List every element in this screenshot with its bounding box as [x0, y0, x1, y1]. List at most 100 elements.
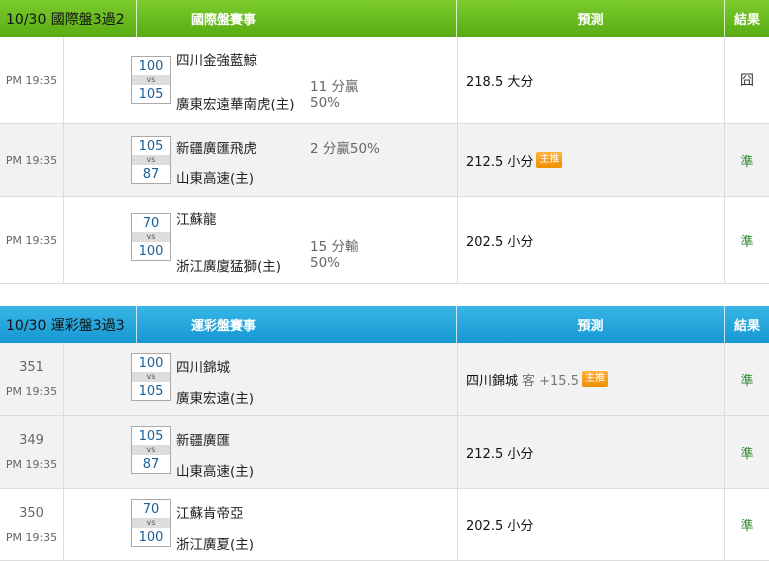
team-home: 廣東宏遠華南虎(主)	[176, 97, 295, 113]
result-cell: 準	[725, 489, 769, 560]
result-header: 結果	[733, 319, 760, 334]
score-away: 70	[142, 215, 160, 231]
section-date: 10/30 國際盤3過2	[0, 0, 137, 37]
prediction-cell: 212.5 小分 主推	[458, 124, 725, 196]
result-cell: 囧	[725, 37, 769, 123]
prediction-header: 預測	[457, 0, 725, 37]
section-date: 10/30 運彩盤3過3	[0, 306, 137, 343]
match-cell: 105 vs 87 新疆廣匯飛虎 山東高速(主) 2 分贏50%	[64, 124, 458, 196]
game-number: 350	[19, 505, 44, 521]
prediction-pick: 212.5 小分	[466, 154, 534, 170]
vs-label: vs	[132, 445, 170, 455]
vs-label: vs	[132, 518, 170, 528]
result-hit: 準	[740, 234, 754, 250]
prediction-pick: 218.5 大分	[466, 74, 534, 90]
result-hit: 準	[740, 154, 754, 170]
vs-label: vs	[132, 155, 170, 165]
team-home: 山東高速(主)	[176, 464, 255, 480]
main-pick-badge: 主推	[582, 371, 608, 387]
time-cell: 350 PM 19:35	[0, 489, 64, 560]
vs-label: vs	[132, 232, 170, 242]
time-cell: 351 PM 19:35	[0, 343, 64, 415]
score-home: 105	[138, 383, 164, 399]
score-away: 100	[138, 58, 164, 74]
vs-label: vs	[132, 372, 170, 382]
match-time: PM 19:35	[5, 385, 58, 398]
handicap-percent: 50%	[310, 95, 341, 111]
result-hit: 準	[740, 446, 754, 462]
prediction-pick: 212.5 小分	[466, 446, 534, 462]
international-section: 10/30 國際盤3過2 國際盤賽事 預測 結果 PM 19:35 100 vs…	[0, 0, 769, 284]
result-cell: 準	[725, 197, 769, 283]
result-miss: 囧	[740, 73, 754, 89]
prediction-spread: 客 +15.5	[522, 373, 579, 389]
match-row: 349 PM 19:35 105 vs 87 新疆廣匯 山東高速(主) 212.…	[0, 416, 769, 489]
match-row: PM 19:35 100 vs 105 四川金強藍鯨 廣東宏遠華南虎(主) 11…	[0, 37, 769, 124]
match-cell: 105 vs 87 新疆廣匯 山東高速(主)	[64, 416, 458, 488]
score-box: 70 vs 100	[131, 499, 171, 547]
score-home: 100	[138, 529, 164, 545]
match-row: PM 19:35 105 vs 87 新疆廣匯飛虎 山東高速(主) 2 分贏50…	[0, 124, 769, 197]
score-away: 100	[138, 355, 164, 371]
match-time: PM 19:35	[5, 458, 58, 471]
match-time: PM 19:35	[5, 233, 58, 247]
team-home: 廣東宏遠(主)	[176, 391, 255, 407]
score-home: 100	[138, 243, 164, 259]
score-home: 87	[142, 166, 160, 182]
time-cell: PM 19:35	[0, 197, 64, 283]
team-away: 新疆廣匯飛虎	[176, 141, 257, 157]
match-cell: 70 vs 100 江蘇龍 浙江廣廈猛獅(主) 15 分輸 50%	[64, 197, 458, 283]
handicap-result: 2 分贏50%	[310, 141, 380, 157]
prediction-pick: 202.5 小分	[466, 234, 534, 250]
section-title: 運彩盤賽事	[137, 306, 457, 343]
handicap-percent: 50%	[310, 255, 341, 271]
team-home: 山東高速(主)	[176, 171, 255, 187]
score-away: 70	[142, 501, 160, 517]
prediction-cell: 四川錦城 客 +15.5 主推	[458, 343, 725, 415]
section-header: 10/30 國際盤3過2 國際盤賽事 預測 結果	[0, 0, 769, 37]
handicap-result: 11 分贏	[310, 79, 359, 95]
main-pick-badge: 主推	[536, 152, 563, 168]
match-cell: 100 vs 105 四川金強藍鯨 廣東宏遠華南虎(主) 11 分贏 50%	[64, 37, 458, 123]
prediction-cell: 202.5 小分	[458, 489, 725, 560]
team-away: 四川金強藍鯨	[176, 53, 257, 69]
score-away: 105	[138, 138, 164, 154]
team-away: 四川錦城	[176, 360, 230, 376]
result-cell: 準	[725, 124, 769, 196]
result-hit: 準	[740, 519, 754, 534]
game-number: 351	[19, 360, 44, 375]
score-box: 100 vs 105	[131, 56, 171, 104]
time-cell: PM 19:35	[0, 124, 64, 196]
match-cell: 100 vs 105 四川錦城 廣東宏遠(主)	[64, 343, 458, 415]
team-home: 浙江廣夏(主)	[176, 537, 255, 553]
time-cell: PM 19:35	[0, 37, 64, 123]
match-row: 351 PM 19:35 100 vs 105 四川錦城 廣東宏遠(主) 四川錦…	[0, 343, 769, 416]
match-row: 350 PM 19:35 70 vs 100 江蘇肯帝亞 浙江廣夏(主) 202…	[0, 489, 769, 561]
team-away: 江蘇龍	[176, 212, 217, 228]
prediction-header: 預測	[457, 306, 725, 343]
result-cell: 準	[725, 343, 769, 415]
team-away: 新疆廣匯	[176, 433, 230, 449]
match-row: PM 19:35 70 vs 100 江蘇龍 浙江廣廈猛獅(主) 15 分輸 5…	[0, 197, 769, 284]
match-time: PM 19:35	[5, 73, 58, 87]
score-box: 100 vs 105	[131, 353, 171, 401]
section-header: 10/30 運彩盤3過3 運彩盤賽事 預測 結果	[0, 306, 769, 343]
result-header: 結果	[733, 13, 760, 28]
result-hit: 準	[740, 373, 754, 389]
score-home: 105	[138, 86, 164, 102]
team-home: 浙江廣廈猛獅(主)	[176, 259, 282, 275]
handicap-result: 15 分輸	[310, 239, 359, 255]
prediction-cell: 212.5 小分	[458, 416, 725, 488]
prediction-pick: 202.5 小分	[466, 519, 534, 534]
prediction-cell: 218.5 大分	[458, 37, 725, 123]
match-time: PM 19:35	[5, 153, 58, 167]
result-cell: 準	[725, 416, 769, 488]
match-time: PM 19:35	[5, 530, 58, 544]
score-box: 70 vs 100	[131, 213, 171, 261]
section-title: 國際盤賽事	[137, 0, 457, 37]
vs-label: vs	[132, 75, 170, 85]
prediction-cell: 202.5 小分	[458, 197, 725, 283]
score-box: 105 vs 87	[131, 136, 171, 184]
match-cell: 70 vs 100 江蘇肯帝亞 浙江廣夏(主)	[64, 489, 458, 560]
sports-lottery-section: 10/30 運彩盤3過3 運彩盤賽事 預測 結果 351 PM 19:35 10…	[0, 306, 769, 561]
